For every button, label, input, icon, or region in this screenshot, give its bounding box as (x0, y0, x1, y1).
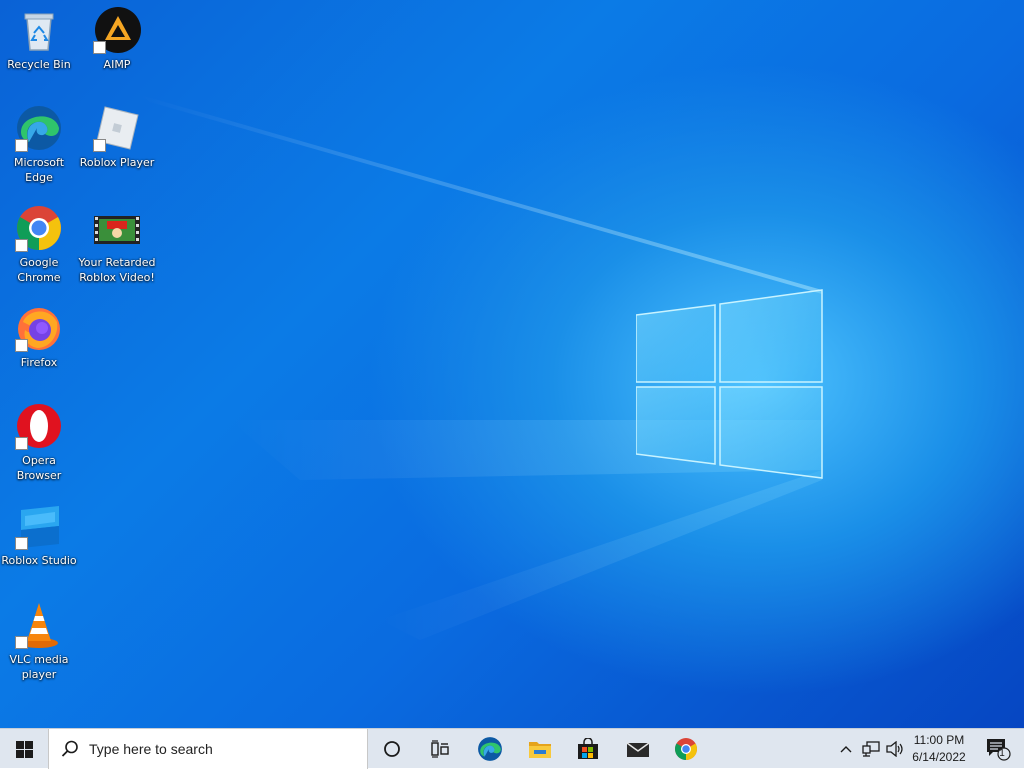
store-icon (578, 738, 598, 759)
start-button[interactable] (0, 729, 48, 769)
icon-label: Roblox Studio (1, 554, 77, 567)
taskbar-edge-button[interactable] (466, 729, 514, 769)
desktop-icon-opera-browser[interactable]: Opera Browser (0, 398, 78, 490)
aimp-icon (93, 6, 141, 54)
chrome-icon (675, 738, 697, 760)
taskbar-mail-button[interactable] (614, 729, 662, 769)
network-button[interactable] (860, 729, 882, 769)
notification-count: 1 (999, 748, 1005, 759)
shortcut-arrow-icon (15, 339, 28, 352)
icon-label: Google Chrome (17, 256, 61, 284)
roblox-player-icon (93, 104, 141, 152)
search-placeholder: Type here to search (89, 741, 213, 757)
shortcut-arrow-icon (15, 139, 28, 152)
chrome-icon (15, 204, 63, 252)
icon-label: Microsoft Edge (13, 156, 65, 184)
volume-button[interactable] (884, 729, 906, 769)
task-view-icon (431, 740, 449, 758)
icon-label: Opera Browser (16, 454, 62, 482)
network-icon (862, 741, 880, 757)
desktop-icon-recycle-bin[interactable]: Recycle Bin (0, 2, 78, 94)
shortcut-arrow-icon (93, 139, 106, 152)
speaker-icon (886, 741, 903, 757)
cortana-icon (384, 741, 400, 757)
edge-icon (15, 104, 63, 152)
icon-label: Firefox (20, 356, 58, 369)
opera-icon (15, 402, 63, 450)
desktop-icon-roblox-studio[interactable]: Roblox Studio (0, 498, 78, 590)
taskbar-file-explorer-button[interactable] (516, 729, 564, 769)
chevron-up-icon (840, 746, 852, 753)
icon-label: VLC media player (9, 653, 69, 681)
icon-label: Roblox Player (79, 156, 155, 169)
desktop-icon-google-chrome[interactable]: Google Chrome (0, 200, 78, 292)
shortcut-arrow-icon (15, 437, 28, 450)
icon-label: Your Retarded Roblox Video! (78, 256, 156, 284)
roblox-studio-icon (15, 502, 63, 550)
recycle-bin-icon (15, 6, 63, 54)
desktop-icon-firefox[interactable]: Firefox (0, 300, 78, 392)
clock-time: 11:00 PM (913, 733, 965, 747)
taskbar: Type here to search 11:00 PM 6/14/2022 1 (0, 728, 1024, 769)
cortana-button[interactable] (368, 729, 416, 769)
desktop-icon-vlc[interactable]: VLC media player (0, 597, 78, 689)
desktop-icon-aimp[interactable]: AIMP (78, 2, 156, 94)
mail-icon (626, 742, 650, 757)
shortcut-arrow-icon (93, 41, 106, 54)
desktop-icon-roblox-player[interactable]: Roblox Player (78, 100, 156, 192)
shortcut-arrow-icon (15, 537, 28, 550)
file-explorer-icon (529, 742, 551, 758)
icon-label: AIMP (103, 58, 131, 71)
firefox-icon (15, 304, 63, 352)
shortcut-arrow-icon (15, 636, 28, 649)
clock-date: 6/14/2022 (912, 750, 966, 764)
video-file-icon (93, 204, 141, 252)
action-center-button[interactable]: 1 (978, 729, 1018, 769)
icon-label: Recycle Bin (7, 58, 71, 71)
edge-icon (478, 737, 502, 761)
desktop-icon-microsoft-edge[interactable]: Microsoft Edge (0, 100, 78, 192)
start-icon (15, 740, 33, 758)
desktop-icon-roblox-video[interactable]: Your Retarded Roblox Video! (78, 200, 156, 292)
taskbar-search-box[interactable]: Type here to search (48, 729, 368, 769)
vlc-icon (15, 601, 63, 649)
desktop[interactable]: Recycle Bin AIMP Microsoft Edge Roblox P… (0, 0, 1024, 728)
task-view-button[interactable] (416, 729, 464, 769)
taskbar-store-button[interactable] (564, 729, 612, 769)
windows-logo-wallpaper (636, 289, 823, 479)
taskbar-chrome-button[interactable] (662, 729, 710, 769)
show-hidden-icons-button[interactable] (836, 729, 856, 769)
clock-button[interactable]: 11:00 PM 6/14/2022 (906, 729, 972, 769)
search-icon (61, 740, 78, 757)
shortcut-arrow-icon (15, 239, 28, 252)
